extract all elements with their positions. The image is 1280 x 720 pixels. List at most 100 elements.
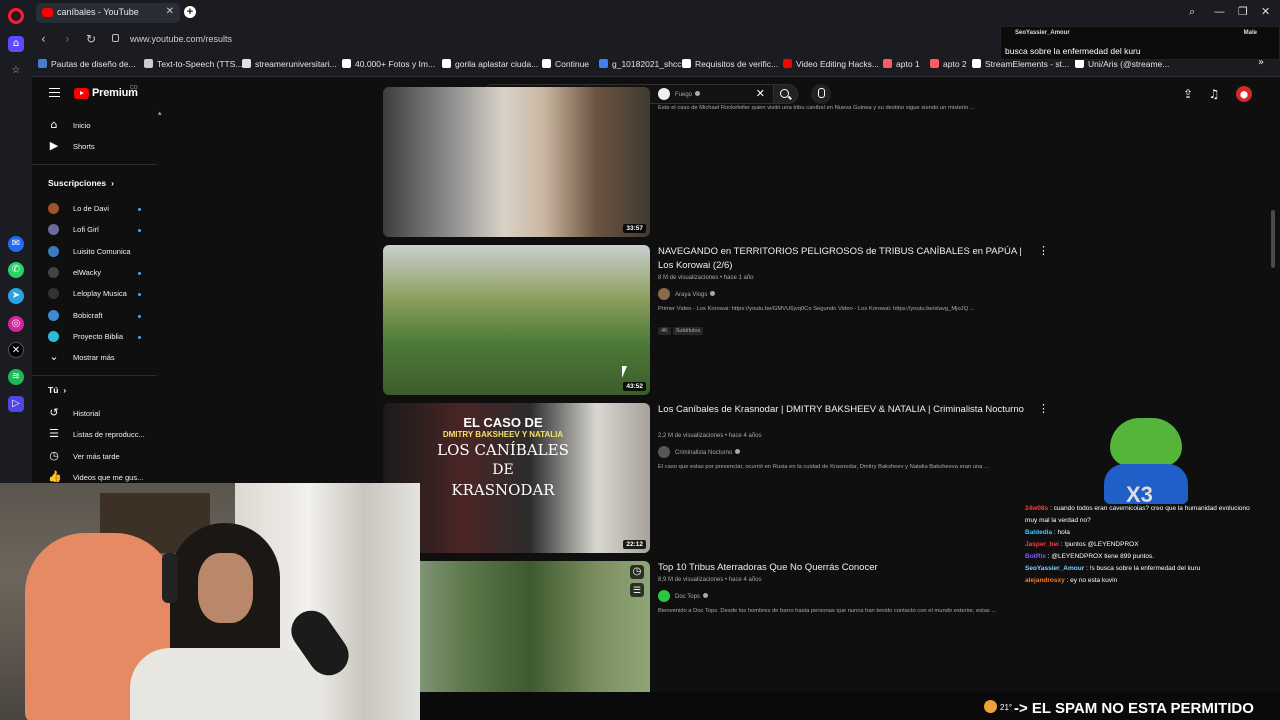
reload-icon[interactable]: ↻	[86, 32, 96, 46]
url-field[interactable]: www.youtube.com/results	[130, 34, 232, 44]
video-duration: 22:12	[623, 540, 646, 549]
sidebar-item-channel[interactable]: Luisito Comunica	[32, 242, 162, 262]
sidebar-item-channel[interactable]: Lo de Davi	[32, 199, 162, 219]
sidebar-item-channel[interactable]: elWacky	[32, 263, 162, 283]
guide-sidebar: ▴ ⌂ Inicio ▶ Shorts Suscripciones › Lo de Davi…	[32, 109, 167, 483]
channel-avatar	[48, 330, 59, 342]
scroll-up-icon[interactable]: ▴	[158, 109, 162, 117]
video-thumbnail[interactable]: 43:52	[383, 245, 650, 395]
player-icon[interactable]: ▷	[8, 396, 24, 412]
add-to-queue-icon[interactable]: ☰	[630, 583, 644, 597]
channel-avatar	[658, 288, 670, 300]
sidebar-item-channel[interactable]: Proyecto Biblia	[32, 327, 162, 347]
close-tab-icon[interactable]: ✕	[166, 6, 174, 17]
bookmark-label: 40.000+ Fotos y Im...	[355, 59, 436, 69]
bookmark-item[interactable]: Video Editing Hacks...	[783, 59, 879, 69]
video-description: Bienvenido a Doc Tops. Desde los hombres…	[658, 608, 997, 614]
you-heading[interactable]: Tú ›	[48, 385, 66, 395]
sidebar-item-channel[interactable]: Lofi Girl	[32, 220, 162, 240]
video-thumbnail[interactable]: ◷ ☰	[383, 561, 650, 711]
show-more-button[interactable]: ⌄ Mostrar más	[32, 348, 162, 368]
bookmark-icon	[1075, 59, 1084, 68]
video-title[interactable]: Top 10 Tribus Aterradoras Que No Querrás…	[658, 561, 1033, 575]
bookmark-item[interactable]: 40.000+ Fotos y Im...	[342, 59, 435, 69]
bookmark-item[interactable]: Uni/Aris (@streame...	[1075, 59, 1169, 69]
watch-later-icon[interactable]: ◷	[630, 565, 644, 579]
video-meta: 2,2 M de visualizaciones • hace 4 años	[658, 433, 762, 439]
bookmark-item[interactable]: apto 2	[930, 59, 967, 69]
sidebar-item-playlists[interactable]: ☰ Listas de reproducc...	[32, 425, 162, 445]
tab-youtube[interactable]: caníbales - YouTube ✕	[36, 3, 180, 23]
video-result[interactable]: ◷ ☰ Top 10 Tribus Aterradoras Que No Querr…	[383, 561, 1063, 711]
page-scrollbar[interactable]	[1271, 210, 1275, 268]
forward-icon[interactable]: ›	[65, 32, 70, 46]
sidebar-item-inicio[interactable]: ⌂ Inicio	[32, 116, 162, 136]
bookmark-label: Text-to-Speech (TTS...	[157, 59, 243, 69]
more-actions-icon[interactable]: ⋮	[1038, 403, 1049, 415]
bookmark-icon	[599, 59, 608, 68]
bookmark-item[interactable]: g_10182021_shcc	[599, 59, 681, 69]
opera-logo-icon[interactable]	[8, 8, 24, 24]
spotify-icon[interactable]: ≋	[8, 369, 24, 385]
channel-avatar	[48, 203, 59, 214]
home-icon[interactable]: ⌂	[8, 36, 24, 52]
sidebar-item-channel[interactable]: Bobicraft	[32, 306, 162, 326]
verified-icon	[695, 91, 701, 96]
bookmark-item[interactable]: Requisitos de verific...	[682, 59, 778, 69]
channel-name-text: Doc Tops	[675, 594, 700, 600]
video-thumbnail[interactable]: EL CASO DE DMITRY BAKSHEEV Y NATALIA LOS C…	[383, 403, 650, 553]
avatar[interactable]	[1236, 86, 1252, 102]
watch-later-icon: ◷	[49, 448, 59, 462]
upload-icon[interactable]: ⇪	[1181, 87, 1195, 101]
maximize-icon[interactable]: ❐	[1238, 5, 1248, 18]
search-tabs-icon[interactable]: ⌕	[1189, 5, 1195, 19]
bookmark-label: apto 2	[943, 59, 967, 69]
video-result[interactable]: EL CASO DE DMITRY BAKSHEEV Y NATALIA LOS C…	[383, 403, 1063, 553]
shorts-icon: ▶	[49, 139, 59, 152]
chat-username: BotRix	[1025, 553, 1046, 560]
bookmark-item[interactable]: gorila aplastar ciuda...	[442, 59, 538, 69]
x-icon[interactable]: ✕	[8, 342, 24, 358]
stream-notification: SeoYassier_Amour Male busca sobre la enf…	[1000, 26, 1280, 60]
notifications-icon[interactable]: ♫	[1207, 87, 1221, 101]
video-result[interactable]: 43:52 NAVEGANDO en TERRITORIOS PELIGROSOS…	[383, 245, 1063, 395]
sidebar-item-channel[interactable]: Leloplay Musica	[32, 284, 162, 304]
close-window-icon[interactable]: ✕	[1261, 5, 1270, 18]
star-icon[interactable]: ☆	[8, 63, 24, 79]
messenger-icon[interactable]: ✉	[8, 236, 24, 252]
channel-name-text: Criminalista Nocturno	[675, 450, 733, 456]
minimize-icon[interactable]: —	[1214, 5, 1225, 18]
new-tab-button[interactable]: +	[184, 6, 196, 18]
chat-message: 24w08s : cuando todos eran cavernicolas?…	[1025, 503, 1275, 515]
bookmark-icon	[883, 59, 892, 68]
chevron-right-icon: ›	[63, 385, 67, 396]
chevron-right-icon: ›	[111, 178, 114, 188]
instagram-icon[interactable]: ◎	[8, 316, 24, 332]
subscriptions-title: Suscripciones	[48, 178, 107, 188]
bookmark-item[interactable]: Text-to-Speech (TTS...	[144, 59, 243, 69]
whatsapp-icon[interactable]: ✆	[8, 262, 24, 278]
channel-name-text: Araya Vlogs	[675, 292, 708, 298]
bookmark-item[interactable]: streameruniversitari...	[242, 59, 337, 69]
video-title[interactable]: NAVEGANDO en TERRITORIOS PELIGROSOS de T…	[658, 245, 1033, 273]
bookmark-item[interactable]: apto 1	[883, 59, 920, 69]
video-title[interactable]: Los Caníbales de Krasnodar | DMITRY BAKS…	[658, 403, 1033, 417]
video-result[interactable]: 33:57 Fuego Este el caso de Michael Rockef…	[383, 87, 1063, 237]
sidebar-item-history[interactable]: ↺ Historial	[32, 404, 162, 424]
menu-icon[interactable]	[49, 88, 60, 97]
channel-avatar	[658, 446, 670, 458]
frog-head	[1110, 418, 1182, 466]
sidebar-item-shorts[interactable]: ▶ Shorts	[32, 137, 162, 157]
youtube-logo-icon[interactable]	[74, 88, 89, 99]
video-thumbnail[interactable]: 33:57	[383, 87, 650, 237]
back-icon[interactable]: ‹	[41, 32, 46, 46]
subscriptions-heading[interactable]: Suscripciones ›	[48, 178, 114, 188]
bookmark-item[interactable]: StreamElements - st...	[972, 59, 1069, 69]
bookmark-item[interactable]: Pautas de diseño de...	[38, 59, 136, 69]
chat-text: !puntos @LEYENDPROX	[1064, 541, 1139, 548]
bookmark-item[interactable]: Continue	[542, 59, 589, 69]
telegram-icon[interactable]: ➤	[8, 288, 24, 304]
sidebar-item-watch-later[interactable]: ◷ Ver más tarde	[32, 447, 162, 467]
more-actions-icon[interactable]: ⋮	[1038, 245, 1049, 257]
thumbnail-overlay-text: EL CASO DE DMITRY BAKSHEEV Y NATALIA LOS C…	[413, 415, 593, 499]
